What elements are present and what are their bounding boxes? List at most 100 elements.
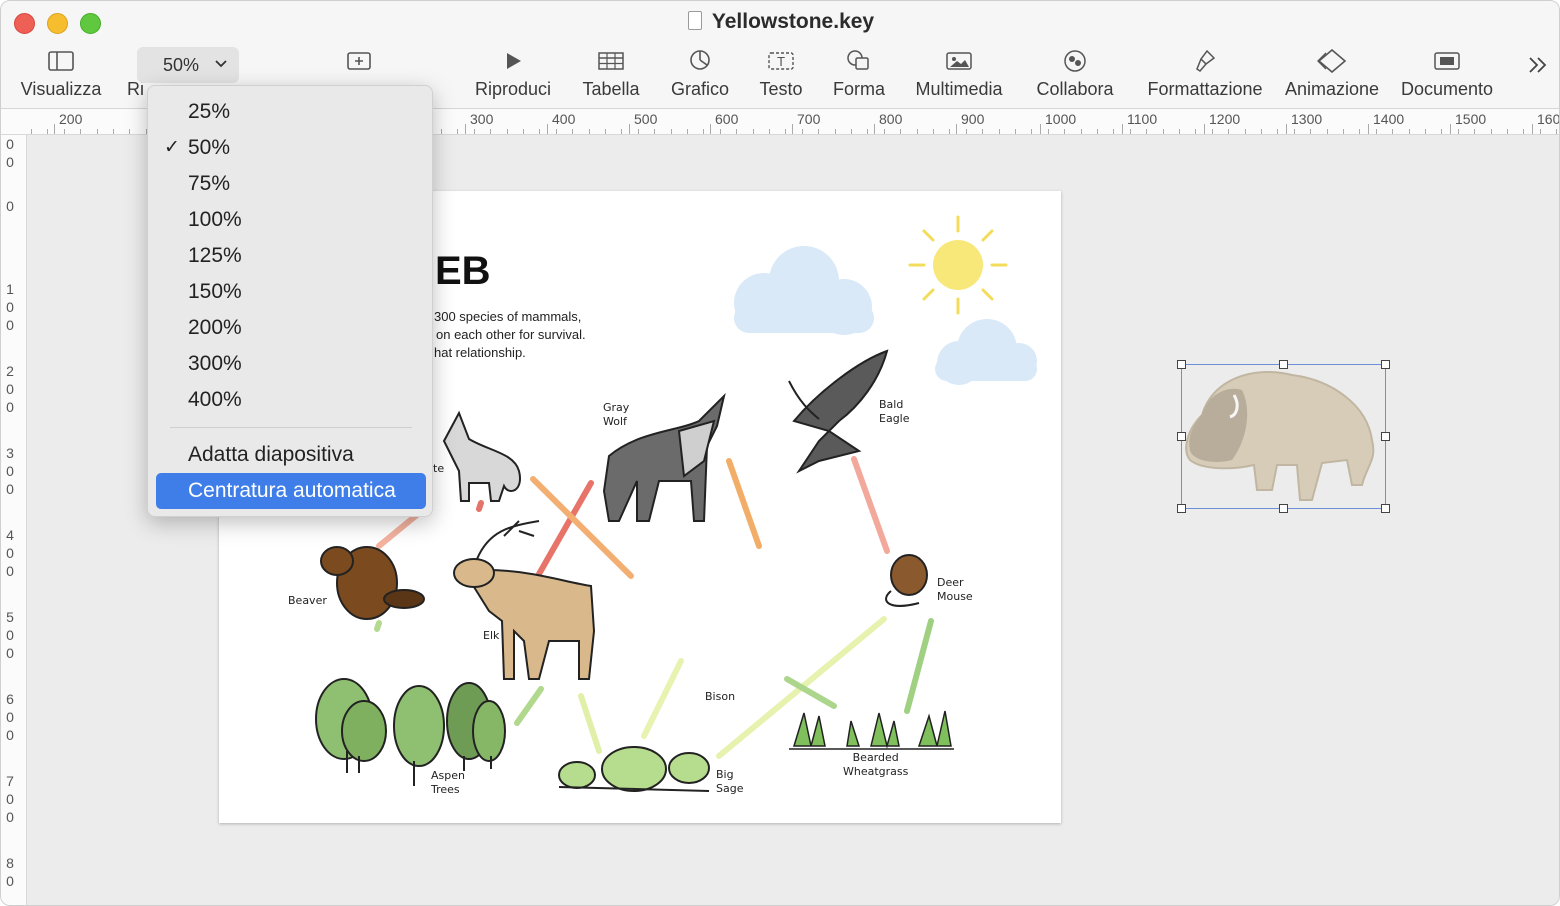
zoom-option-150[interactable]: 150% (156, 274, 426, 310)
ruler-minor-tick (1129, 129, 1131, 134)
play-button[interactable]: Riproduci (467, 49, 559, 107)
ruler-label: 0 (6, 873, 14, 889)
zoom-dropdown[interactable]: 50% (137, 47, 239, 83)
zoom-option-300[interactable]: 300% (156, 346, 426, 382)
document-button[interactable]: Documento (1393, 49, 1501, 107)
toolbar-label: Animazione (1284, 79, 1380, 99)
table-button[interactable]: Tabella (575, 49, 647, 107)
ruler-label: 0 (6, 136, 14, 152)
ruler-label: 2 (6, 363, 14, 379)
textbox-icon: T (751, 49, 811, 79)
resize-handle[interactable] (1177, 504, 1186, 513)
ruler-minor-tick (539, 129, 541, 134)
sidebar-icon (11, 49, 111, 79)
slide-title[interactable]: EB (435, 249, 491, 294)
ruler-minor-tick (719, 129, 721, 134)
zoom-option-50[interactable]: ✓ 50% (156, 130, 426, 166)
toolbar-label: Collabora (1036, 79, 1114, 99)
slide-body-line-2[interactable]: on each other for survival. (436, 327, 586, 342)
ruler-label: 1000 (1045, 111, 1077, 127)
ruler-minor-tick (1080, 129, 1082, 134)
label-gray-wolf: Gray Wolf (603, 401, 630, 428)
coyote-drawing (442, 410, 521, 502)
zoom-option-label: 50% (188, 136, 231, 159)
ruler-minor-tick (1441, 129, 1443, 134)
resize-handle[interactable] (1177, 432, 1186, 441)
ruler-minor-tick (473, 129, 475, 134)
ruler-minor-tick (621, 129, 623, 134)
keynote-window: Yellowstone.key Visualizza Ri 50% Riprod… (0, 0, 1560, 906)
ruler-label: 7 (6, 773, 14, 789)
text-button[interactable]: T Testo (751, 49, 811, 107)
ruler-minor-tick (572, 129, 574, 134)
window-title-text: Yellowstone.key (711, 10, 875, 33)
toolbar-label: Visualizza (20, 79, 102, 99)
ruler-minor-tick (31, 129, 32, 134)
resize-handle[interactable] (1177, 360, 1186, 369)
toolbar-label: Tabella (582, 79, 640, 99)
ruler-minor-tick (1425, 129, 1426, 134)
ruler-minor-tick (1228, 129, 1230, 134)
deer-mouse-drawing (885, 554, 928, 607)
ruler-minor-tick (670, 129, 672, 134)
ruler-tick (1532, 124, 1533, 134)
ruler-minor-tick (883, 129, 885, 134)
toolbar-view-button[interactable]: Visualizza (11, 49, 111, 107)
resize-handle[interactable] (1381, 504, 1390, 513)
ruler-minor-tick (490, 129, 492, 134)
label-big-sage: Big Sage (716, 768, 744, 795)
shape-icon (827, 49, 891, 79)
ruler-minor-tick (523, 129, 524, 134)
zoom-option-125[interactable]: 125% (156, 238, 426, 274)
resize-handle[interactable] (1381, 360, 1390, 369)
selected-bison-image[interactable] (1177, 360, 1390, 513)
slide-body-line-3[interactable]: hat relationship. (434, 345, 526, 360)
collaborate-icon (1027, 49, 1123, 79)
ruler-minor-tick (441, 129, 442, 134)
resize-handle[interactable] (1279, 360, 1288, 369)
ruler-label: 0 (6, 791, 14, 807)
ruler-tick (1204, 124, 1205, 134)
auto-center-option[interactable]: Centratura automatica (156, 473, 426, 509)
ruler-minor-tick (1146, 129, 1148, 134)
shape-button[interactable]: Forma (827, 49, 891, 107)
big-sage-drawing (558, 746, 710, 792)
slide-body-line-1[interactable]: 300 species of mammals, (434, 309, 581, 324)
resize-handle[interactable] (1279, 504, 1288, 513)
ruler-label: 0 (6, 627, 14, 643)
beaver-drawing (320, 546, 425, 620)
sun-drawing (908, 215, 1008, 315)
ruler-minor-tick (1097, 129, 1098, 134)
ruler-minor-tick (867, 129, 869, 134)
collaborate-button[interactable]: Collabora (1027, 49, 1123, 107)
ruler-minor-tick (1195, 129, 1197, 134)
ruler-label: 900 (961, 111, 985, 127)
ruler-minor-tick (1179, 129, 1180, 134)
zoom-option-25[interactable]: 25% (156, 94, 426, 130)
window-title: Yellowstone.key (1, 10, 1559, 34)
label-bison: Bison (705, 690, 736, 703)
zoom-option-75[interactable]: 75% (156, 166, 426, 202)
ruler-tick (956, 124, 957, 134)
animate-button[interactable]: Animazione (1279, 48, 1385, 107)
ruler-label: 0 (6, 198, 14, 214)
ruler-minor-tick (1359, 129, 1361, 134)
ruler-minor-tick (769, 129, 770, 134)
label-aspen-trees: Aspen Trees (431, 769, 465, 796)
ruler-minor-tick (1162, 129, 1164, 134)
ruler-label: 6 (6, 691, 14, 707)
ruler-label: 400 (552, 111, 576, 127)
resize-handle[interactable] (1381, 432, 1390, 441)
ruler-minor-tick (1408, 129, 1410, 134)
zoom-option-400[interactable]: 400% (156, 382, 426, 418)
ruler-minor-tick (637, 129, 639, 134)
media-icon (907, 49, 1011, 79)
zoom-option-100[interactable]: 100% (156, 202, 426, 238)
fit-slide-option[interactable]: Adatta diapositiva (156, 437, 426, 473)
media-button[interactable]: Multimedia (907, 49, 1011, 107)
ruler-label: 1500 (1455, 111, 1487, 127)
zoom-option-200[interactable]: 200% (156, 310, 426, 346)
format-button[interactable]: Formattazione (1139, 49, 1271, 107)
chart-button[interactable]: Grafico (663, 49, 737, 107)
toolbar-overflow-button[interactable] (1521, 53, 1555, 111)
